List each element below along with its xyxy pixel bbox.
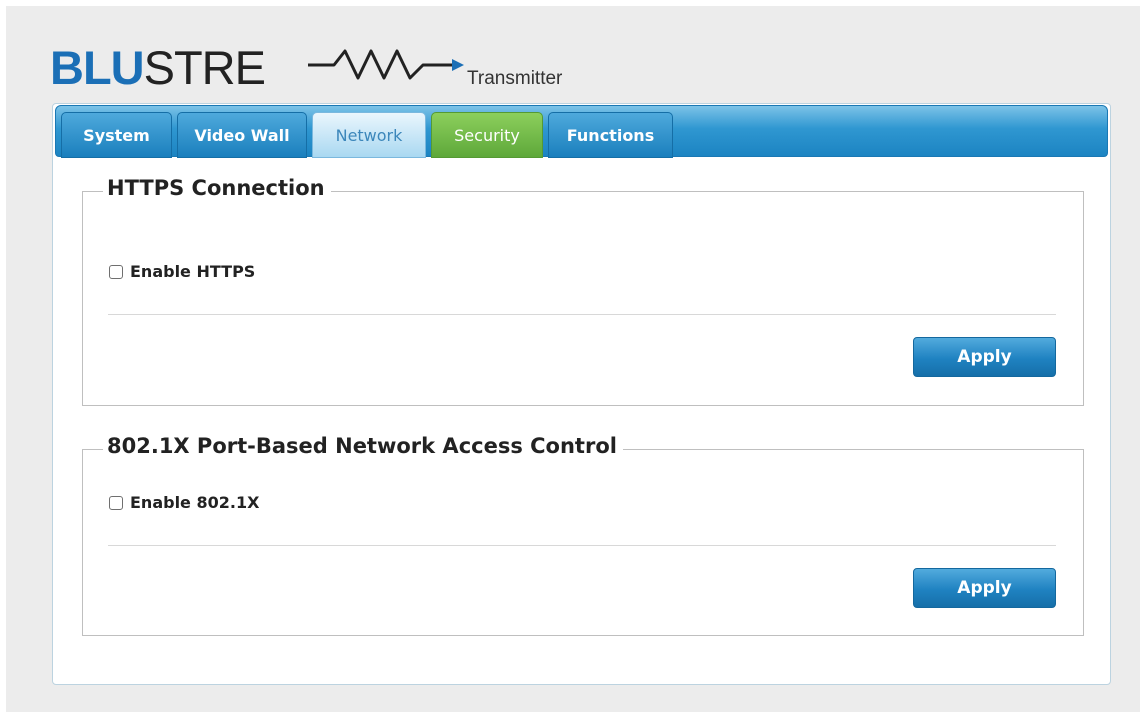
enable-https-label: Enable HTTPS — [130, 262, 256, 281]
dot1x-section-title: 802.1X Port-Based Network Access Control — [103, 434, 623, 458]
tab-video-wall[interactable]: Video Wall — [177, 112, 307, 158]
dot1x-apply-button[interactable]: Apply — [913, 568, 1056, 608]
tab-security[interactable]: Security — [431, 112, 543, 158]
dot1x-divider — [108, 545, 1056, 546]
logo-product-label: Transmitter — [467, 68, 563, 89]
tab-bar: System Video Wall Network Security Funct… — [55, 105, 1108, 158]
logo-text: BLUSTRE — [50, 40, 266, 96]
enable-dot1x-label: Enable 802.1X — [130, 493, 260, 512]
enable-dot1x-checkbox[interactable] — [109, 495, 123, 510]
enable-dot1x-row: Enable 802.1X — [109, 493, 259, 512]
main-panel: System Video Wall Network Security Funct… — [52, 103, 1111, 685]
https-section-title: HTTPS Connection — [103, 176, 331, 200]
https-apply-button[interactable]: Apply — [913, 337, 1056, 377]
tab-functions[interactable]: Functions — [548, 112, 673, 158]
tab-system[interactable]: System — [61, 112, 172, 158]
enable-https-row: Enable HTTPS — [109, 262, 255, 281]
logo-brand-stre: STRE — [143, 41, 266, 94]
tab-network[interactable]: Network — [312, 112, 426, 158]
https-section: HTTPS Connection Enable HTTPS Apply — [82, 176, 1084, 406]
dot1x-section: 802.1X Port-Based Network Access Control… — [82, 434, 1084, 636]
logo-brand-blu: BLU — [50, 41, 145, 94]
enable-https-checkbox[interactable] — [109, 264, 123, 279]
logo-wave-arrow-icon — [308, 49, 464, 80]
https-divider — [108, 314, 1056, 315]
